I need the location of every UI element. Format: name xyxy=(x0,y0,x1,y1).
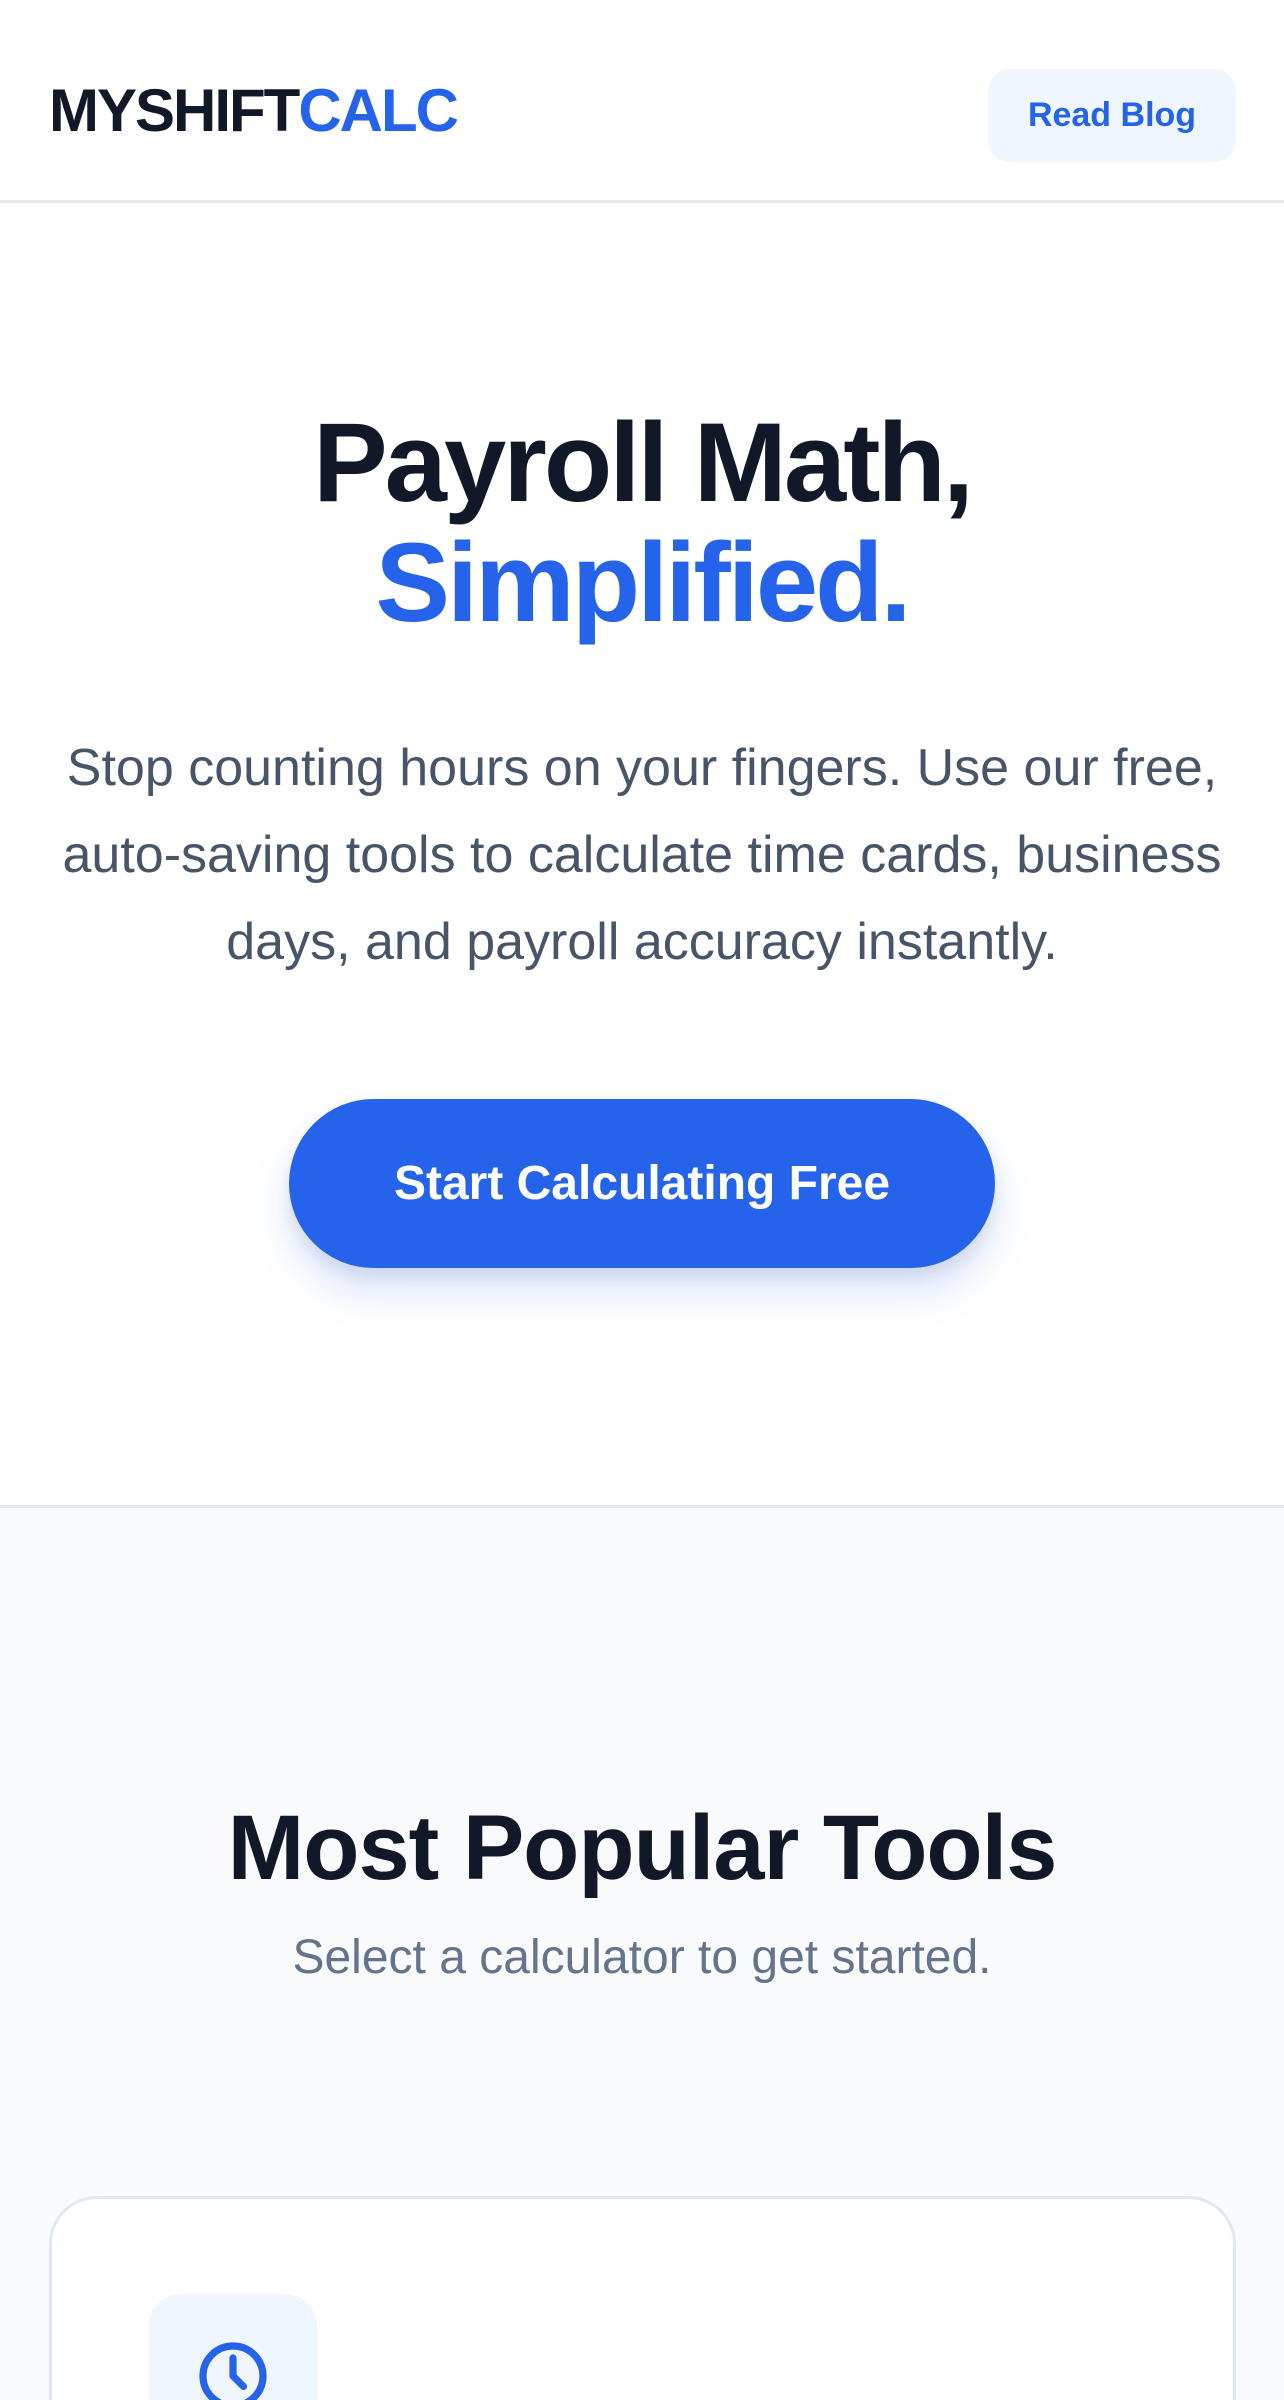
hero-title: Payroll Math, Simplified. xyxy=(0,403,1284,643)
hero-title-line2: Simplified. xyxy=(375,520,911,645)
tool-card[interactable] xyxy=(49,2196,1236,2400)
clock-icon xyxy=(199,2342,267,2400)
hero-section: Payroll Math, Simplified. Stop counting … xyxy=(0,203,1284,1508)
popular-tools-section: Most Popular Tools Select a calculator t… xyxy=(0,1508,1284,2400)
page: MYSHIFTCALC Read Blog Payroll Math, Simp… xyxy=(0,0,1284,2400)
site-logo[interactable]: MYSHIFTCALC xyxy=(49,76,459,146)
site-header: MYSHIFTCALC Read Blog xyxy=(0,0,1284,203)
hero-subtitle: Stop counting hours on your fingers. Use… xyxy=(62,739,1222,971)
read-blog-button[interactable]: Read Blog xyxy=(988,69,1236,162)
tool-icon-container xyxy=(149,2294,317,2400)
logo-text-calc: CALC xyxy=(298,77,459,144)
start-calculating-button[interactable]: Start Calculating Free xyxy=(289,1099,995,1268)
section-subtitle: Select a calculator to get started. xyxy=(292,1931,992,1984)
hero-title-line1: Payroll Math, xyxy=(312,400,974,525)
logo-text-myshift: MYSHIFT xyxy=(49,77,300,144)
section-title: Most Popular Tools xyxy=(227,1797,1058,1899)
